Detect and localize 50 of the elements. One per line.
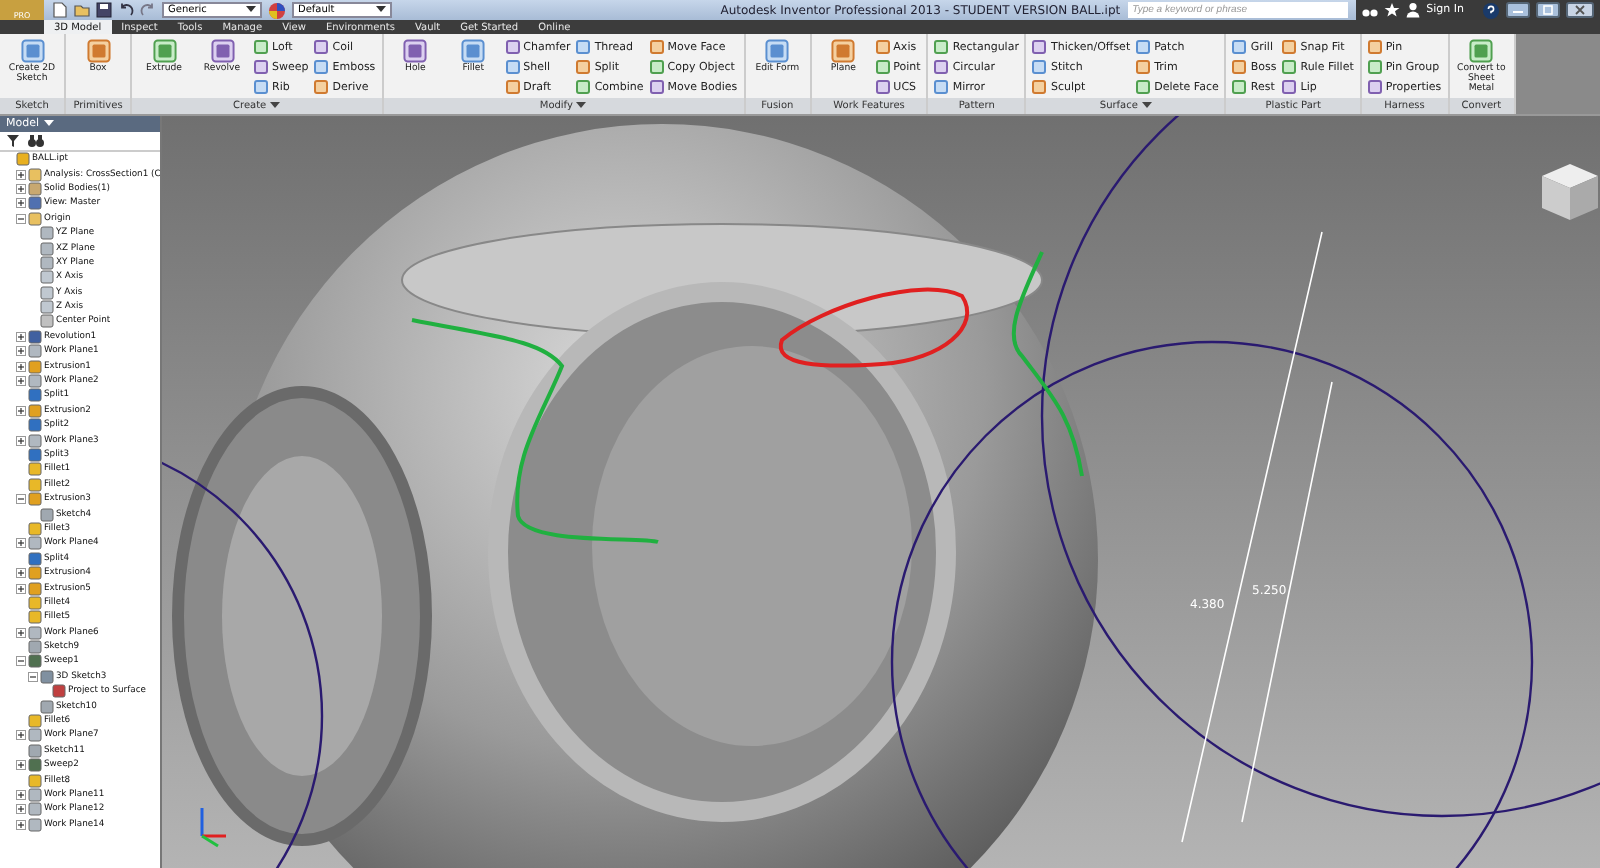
tool-icon (764, 38, 791, 64)
tool-icon (19, 38, 45, 64)
expand-toggle[interactable] (16, 538, 26, 549)
maximize-icon[interactable] (1536, 2, 1560, 18)
expand-toggle[interactable] (16, 760, 26, 771)
tool-icon (402, 38, 429, 64)
collapse-toggle[interactable] (16, 494, 26, 505)
appearance-sphere-icon[interactable] (268, 1, 286, 19)
axis-triad-icon (200, 808, 226, 848)
save-icon[interactable] (96, 2, 112, 18)
tool-icon (85, 38, 111, 64)
binoculars-icon[interactable] (28, 134, 44, 148)
expand-toggle[interactable] (16, 583, 26, 594)
expand-toggle[interactable] (16, 730, 26, 741)
expand-toggle[interactable] (16, 183, 26, 194)
expand-toggle[interactable] (16, 361, 26, 372)
collapse-toggle[interactable] (28, 671, 38, 682)
redo-icon[interactable] (140, 2, 156, 18)
expand-toggle[interactable] (16, 568, 26, 579)
tool-icon (209, 38, 235, 64)
caret-icon[interactable] (270, 102, 281, 110)
user-icon (1406, 2, 1421, 18)
caret-icon[interactable] (1141, 102, 1152, 110)
undo-icon[interactable] (118, 2, 134, 18)
expand-toggle[interactable] (16, 405, 26, 416)
tool-icon (830, 38, 857, 64)
expand-toggle[interactable] (16, 804, 26, 815)
caret-icon[interactable] (576, 102, 587, 110)
star-icon[interactable] (1384, 2, 1401, 18)
tool-icon (460, 38, 487, 64)
close-icon[interactable] (1566, 2, 1594, 18)
collapse-toggle[interactable] (16, 656, 26, 667)
tool-icon (1468, 38, 1495, 64)
caret-icon (376, 6, 386, 14)
expand-toggle[interactable] (16, 435, 26, 446)
expand-toggle[interactable] (16, 627, 26, 638)
expand-toggle[interactable] (16, 346, 26, 357)
tool-icon (151, 38, 177, 64)
expand-toggle[interactable] (16, 198, 26, 209)
collapse-toggle[interactable] (16, 213, 26, 224)
caret-icon (246, 6, 256, 14)
caret-icon (43, 120, 54, 128)
expand-toggle[interactable] (16, 376, 26, 387)
expand-toggle[interactable] (16, 331, 26, 342)
help-icon[interactable] (1482, 1, 1500, 19)
expand-toggle[interactable] (16, 789, 26, 800)
expand-toggle[interactable] (16, 819, 26, 830)
expand-toggle[interactable] (16, 169, 26, 180)
view-cube-icon[interactable] (1542, 164, 1598, 220)
minimize-icon[interactable] (1506, 2, 1530, 18)
